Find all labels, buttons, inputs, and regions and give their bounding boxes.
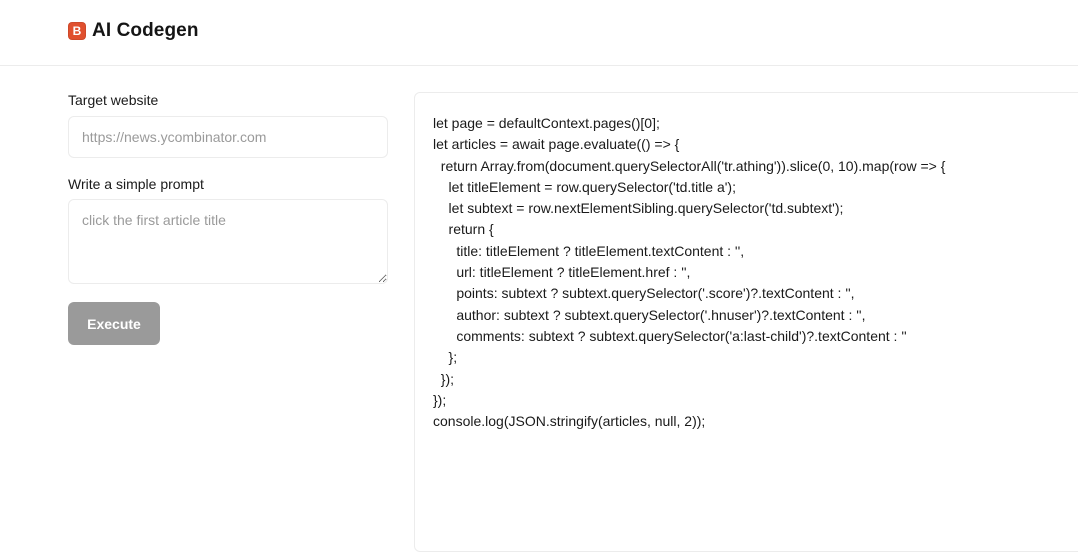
code-line: title: titleElement ? titleElement.textC… [433, 242, 745, 259]
code-line: let page = defaultContext.pages()[0]; [433, 115, 660, 131]
prompt-form: Target website Write a simple prompt Exe… [68, 66, 390, 540]
code-line: return { [433, 221, 494, 238]
target-website-label: Target website [68, 92, 159, 108]
prompt-textarea[interactable] [68, 199, 388, 284]
code-output-panel: let page = defaultContext.pages()[0]; le… [414, 92, 1078, 552]
code-line: let titleElement = row.querySelector('td… [433, 178, 736, 195]
code-line: let articles = await page.evaluate(() =>… [433, 136, 680, 153]
app-header: B AI Codegen [0, 0, 1078, 66]
code-line: let subtext = row.nextElementSibling.que… [433, 200, 844, 217]
code-line: author: subtext ? subtext.querySelector(… [433, 306, 866, 323]
prompt-label: Write a simple prompt [68, 176, 204, 192]
code-line: url: titleElement ? titleElement.href : … [433, 264, 691, 281]
code-line: comments: subtext ? subtext.querySelecto… [433, 327, 907, 344]
brand: B AI Codegen [68, 20, 199, 41]
code-line: }); [433, 391, 447, 408]
logo-icon: B [68, 22, 86, 40]
code-line: console.log(JSON.stringify(articles, nul… [433, 413, 706, 430]
execute-button[interactable]: Execute [68, 302, 160, 345]
target-website-input[interactable] [68, 116, 388, 158]
code-line: }); [433, 370, 455, 387]
code-line: points: subtext ? subtext.querySelector(… [433, 285, 855, 302]
code-line: }; [433, 349, 458, 366]
app-title: AI Codegen [92, 20, 199, 41]
code-line: return Array.from(document.querySelector… [433, 157, 946, 174]
